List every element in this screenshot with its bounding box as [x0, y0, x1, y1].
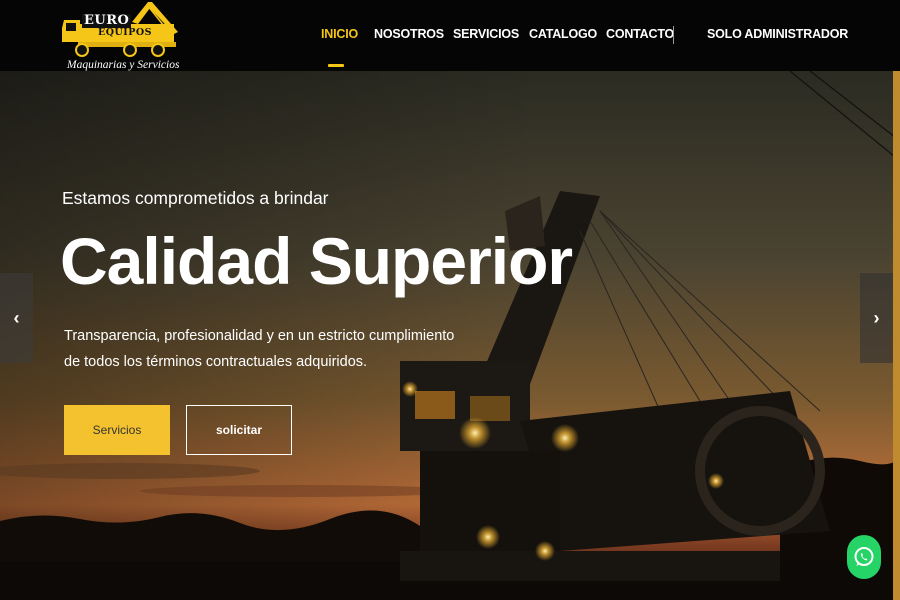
hero-title: Calidad Superior — [60, 224, 573, 298]
nav-item-servicios[interactable]: SERVICIOS — [453, 27, 519, 41]
nav-item-admin[interactable]: SOLO ADMINISTRADOR — [707, 27, 848, 41]
active-nav-indicator — [328, 64, 344, 67]
hero-slider: Estamos comprometidos a brindar Calidad … — [0, 71, 900, 600]
logo-text-equipos: EQUIPOS — [98, 27, 153, 38]
chevron-left-icon: ‹ — [13, 307, 20, 328]
nav-item-nosotros[interactable]: NOSOTROS — [374, 27, 444, 41]
logo-tagline: Maquinarias y Servicios — [67, 59, 180, 71]
page-edge-strip — [893, 71, 900, 600]
nav-item-catalogo[interactable]: CATALOGO — [529, 27, 597, 41]
site-header: EURO EQUIPOS Maquinarias y Servicios INI… — [0, 0, 900, 71]
servicios-button[interactable]: Servicios — [64, 405, 170, 455]
solicitar-button[interactable]: solicitar — [186, 405, 292, 455]
nav-divider — [673, 26, 674, 44]
nav-item-contacto[interactable]: CONTACTO — [606, 27, 674, 41]
chevron-right-icon: › — [873, 307, 880, 328]
slider-next-button[interactable]: › — [860, 273, 893, 363]
whatsapp-icon — [854, 547, 874, 566]
whatsapp-button[interactable] — [847, 535, 881, 579]
nav-item-inicio[interactable]: INICIO — [321, 27, 358, 41]
slider-prev-button[interactable]: ‹ — [0, 273, 33, 363]
logo-text-euro: EURO — [82, 13, 132, 28]
logo[interactable]: EURO EQUIPOS Maquinarias y Servicios — [60, 2, 180, 72]
hero-kicker: Estamos comprometidos a brindar — [62, 188, 329, 208]
hero-description: Transparencia, profesionalidad y en un e… — [64, 328, 455, 370]
